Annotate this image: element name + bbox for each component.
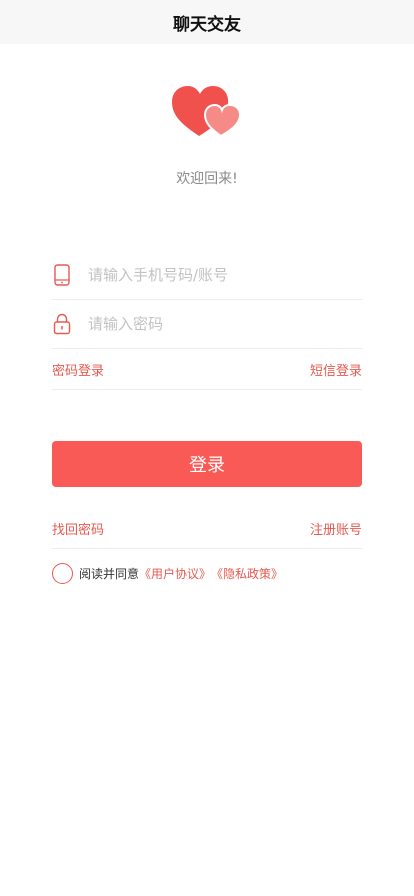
account-links-row: 找回密码 注册账号 (52, 509, 362, 549)
phone-icon (52, 263, 72, 287)
register-link[interactable]: 注册账号 (310, 519, 362, 538)
password-field-row (52, 299, 362, 349)
phone-field-row (52, 250, 362, 300)
password-login-link[interactable]: 密码登录 (52, 360, 104, 379)
login-button[interactable]: 登录 (52, 441, 362, 487)
login-mode-row: 密码登录 短信登录 (52, 350, 362, 390)
phone-input[interactable] (88, 256, 362, 293)
sms-login-link[interactable]: 短信登录 (310, 360, 362, 379)
privacy-policy-link[interactable]: 《隐私政策》 (211, 565, 283, 582)
user-agreement-link[interactable]: 《用户协议》 (139, 565, 211, 582)
login-page: 聊天交友 欢迎回来! 密码登录 短信登录 登录 找 (0, 0, 414, 896)
hearts-logo-icon (172, 86, 242, 138)
password-input[interactable] (88, 305, 362, 342)
navigation-bar: 聊天交友 (0, 0, 414, 44)
forgot-password-link[interactable]: 找回密码 (52, 519, 104, 538)
page-title: 聊天交友 (173, 14, 241, 35)
agreement-prefix: 阅读并同意 (79, 566, 140, 581)
agreement-checkbox[interactable] (52, 562, 73, 584)
welcome-text: 欢迎回来! (176, 171, 238, 187)
agreement-row: 阅读并同意 《用户协议》 《隐私政策》 (52, 562, 362, 584)
lock-icon (52, 312, 72, 336)
